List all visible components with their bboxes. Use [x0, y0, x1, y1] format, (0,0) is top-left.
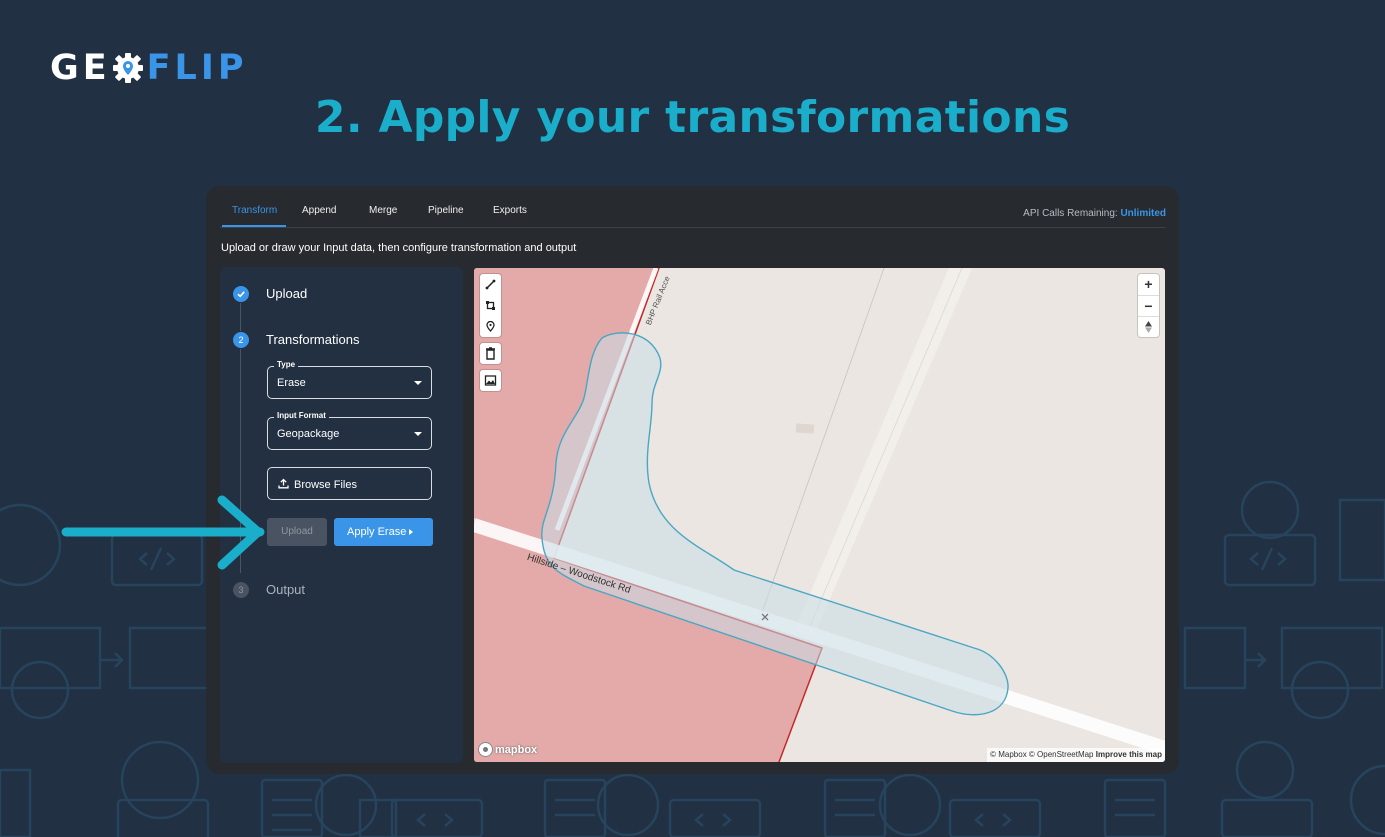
- api-calls-value: Unlimited: [1120, 208, 1166, 219]
- input-format-label: Input Format: [274, 411, 329, 420]
- tab-transform[interactable]: Transform: [232, 205, 277, 216]
- browse-files-label: Browse Files: [294, 479, 357, 491]
- tab-append[interactable]: Append: [302, 205, 336, 216]
- image-icon[interactable]: [480, 370, 501, 391]
- trash-icon[interactable]: [480, 343, 501, 364]
- tab-merge[interactable]: Merge: [369, 205, 397, 216]
- logo-text-ge: GE: [50, 48, 111, 88]
- map-view[interactable]: Hillside – Woodstock Rd BHP Rail Acce + …: [474, 268, 1165, 762]
- map-canvas: [474, 268, 1165, 762]
- polygon-icon[interactable]: [480, 295, 501, 316]
- upload-icon: [278, 478, 289, 489]
- apply-erase-label: Apply Erase: [347, 526, 407, 538]
- api-calls-label: API Calls Remaining:: [1023, 208, 1118, 219]
- instructions-text: Upload or draw your Input data, then con…: [221, 242, 577, 254]
- type-select-label: Type: [274, 360, 299, 369]
- active-tab-indicator: [222, 225, 286, 227]
- zoom-controls: + −: [1138, 274, 1159, 337]
- geoflip-logo: GE FLIP: [50, 48, 248, 88]
- api-calls-remaining: API Calls Remaining: Unlimited: [1023, 208, 1166, 219]
- chevron-down-icon: [414, 381, 422, 385]
- play-icon: [409, 529, 413, 535]
- line-icon[interactable]: [480, 274, 501, 295]
- tab-bar: Transform Append Merge Pipeline Exports …: [220, 186, 1166, 228]
- input-format-value: Geopackage: [277, 428, 340, 440]
- marker-icon[interactable]: [480, 316, 501, 337]
- compass-icon[interactable]: [1138, 316, 1159, 338]
- map-attribution: © Mapbox © OpenStreetMap Improve this ma…: [987, 748, 1165, 762]
- gear-icon: [112, 53, 143, 83]
- zoom-in-button[interactable]: +: [1138, 274, 1159, 295]
- tab-pipeline[interactable]: Pipeline: [428, 205, 464, 216]
- steps-panel: Upload 2 Transformations Type Erase Inpu…: [220, 267, 463, 763]
- apply-erase-button[interactable]: Apply Erase: [334, 518, 433, 546]
- mapbox-logo[interactable]: mapbox: [479, 742, 537, 757]
- mapbox-logo-text: mapbox: [495, 743, 538, 756]
- improve-map-link[interactable]: Improve this map: [1096, 750, 1162, 759]
- step-output-label: Output: [266, 582, 306, 597]
- check-icon: [233, 286, 249, 302]
- step-number-2: 2: [233, 332, 249, 348]
- tab-exports[interactable]: Exports: [493, 205, 527, 216]
- browse-files-button[interactable]: Browse Files: [267, 467, 432, 500]
- chevron-down-icon: [414, 432, 422, 436]
- step-transformations-label: Transformations: [266, 332, 360, 347]
- attribution-text[interactable]: © Mapbox © OpenStreetMap: [990, 750, 1093, 759]
- mapbox-icon: [479, 743, 492, 756]
- app-window: Transform Append Merge Pipeline Exports …: [206, 186, 1179, 774]
- page-headline: 2. Apply your transformations: [314, 92, 1071, 143]
- zoom-out-button[interactable]: −: [1138, 295, 1159, 317]
- step-upload-label: Upload: [266, 286, 308, 301]
- step-number-3: 3: [233, 582, 249, 598]
- step-connector: [240, 349, 241, 573]
- draw-toolbar: [480, 274, 501, 337]
- upload-button[interactable]: Upload: [267, 518, 327, 546]
- step-connector: [240, 303, 241, 331]
- logo-text-flip: FLIP: [146, 48, 248, 88]
- input-format-select[interactable]: Input Format Geopackage: [267, 411, 432, 450]
- type-select[interactable]: Type Erase: [267, 360, 432, 399]
- type-select-value: Erase: [277, 377, 306, 389]
